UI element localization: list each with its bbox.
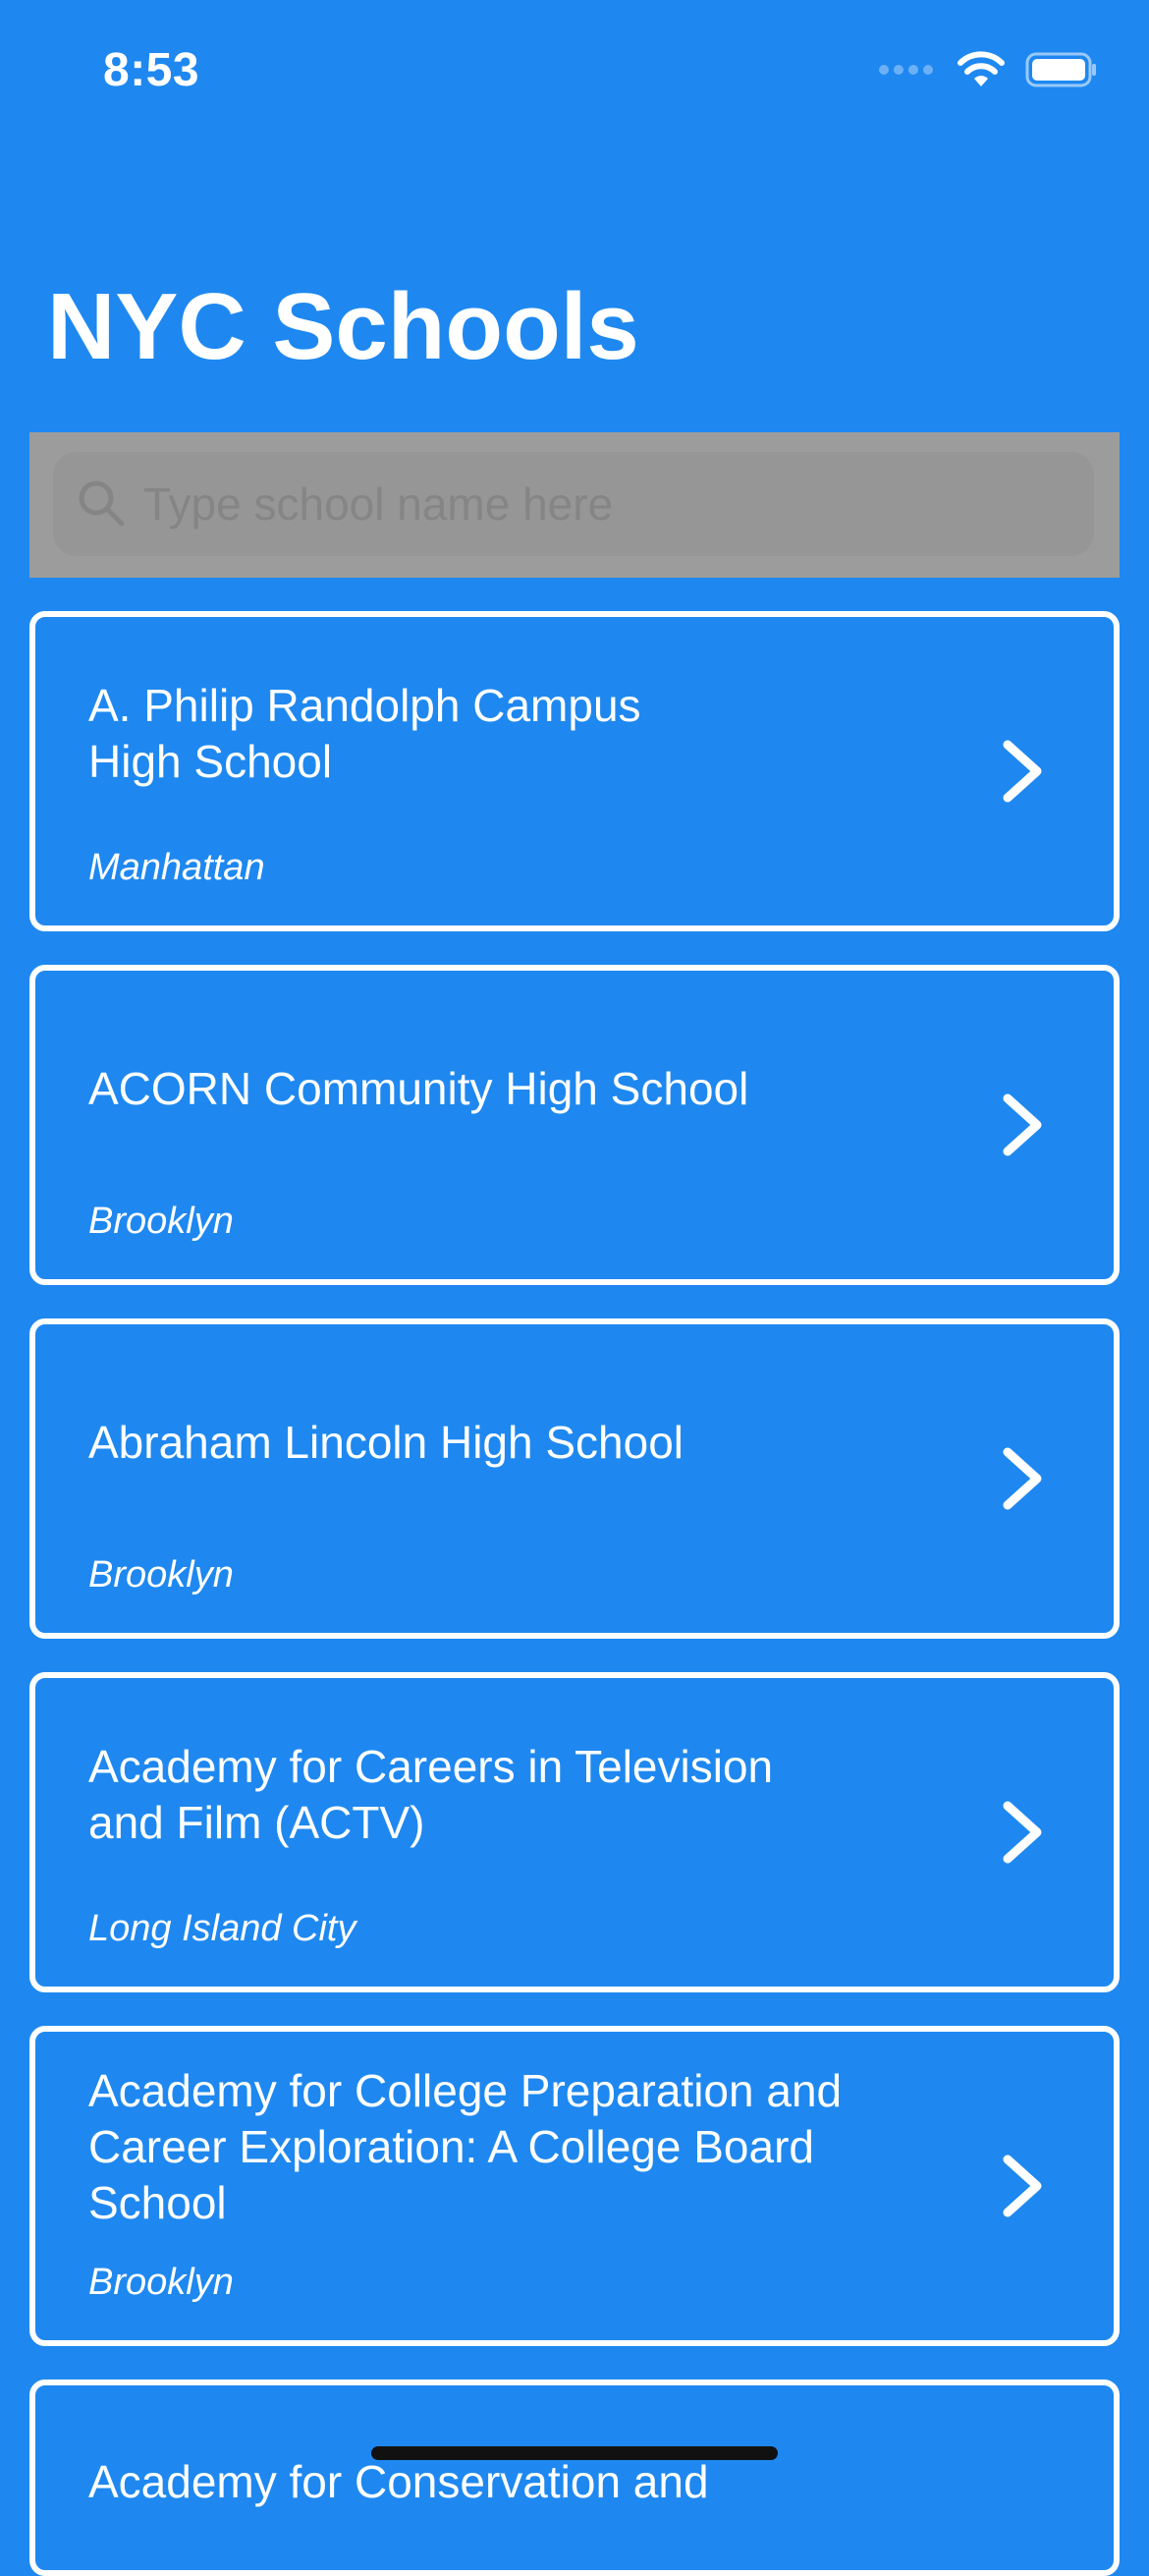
school-borough: Long Island City <box>88 1908 356 1949</box>
search-input[interactable] <box>143 452 1076 556</box>
chevron-right-icon <box>1003 1093 1042 1156</box>
status-bar: 8:53 <box>0 0 1149 147</box>
chevron-right-icon <box>1003 740 1042 803</box>
school-name: Academy for College Preparation and Care… <box>88 2065 843 2228</box>
signal-icon <box>879 65 933 75</box>
school-borough: Brooklyn <box>88 1554 234 1596</box>
search-bar <box>29 432 1120 578</box>
school-card[interactable]: Academy for College Preparation and Care… <box>29 2026 1120 2346</box>
search-icon <box>79 480 125 527</box>
home-indicator[interactable] <box>371 2446 778 2460</box>
chevron-right-icon <box>1003 2155 1042 2217</box>
school-card[interactable]: ACORN Community High School Brooklyn <box>29 965 1120 1285</box>
school-borough: Manhattan <box>88 847 265 888</box>
school-borough: Brooklyn <box>88 1201 234 1242</box>
status-time: 8:53 <box>103 44 200 96</box>
school-name: Abraham Lincoln High School <box>88 1417 684 1468</box>
school-card[interactable]: Academy for Careers in Television and Fi… <box>29 1672 1120 1992</box>
school-borough: Brooklyn <box>88 2262 234 2303</box>
school-card[interactable]: Academy for Conservation and <box>29 2380 1120 2576</box>
battery-icon <box>1025 52 1096 87</box>
search-field[interactable] <box>53 452 1094 556</box>
chevron-right-icon <box>1003 1801 1042 1864</box>
school-name: A. Philip Randolph Campus High School <box>88 680 641 787</box>
school-card[interactable]: A. Philip Randolph Campus High School Ma… <box>29 611 1120 931</box>
page-title: NYC Schools <box>47 274 639 379</box>
school-name: ACORN Community High School <box>88 1063 749 1114</box>
status-icons <box>879 51 1098 88</box>
wifi-icon <box>958 51 1005 86</box>
school-name: Academy for Conservation and <box>88 2456 709 2507</box>
school-name: Academy for Careers in Television and Fi… <box>88 1741 774 1848</box>
school-list: A. Philip Randolph Campus High School Ma… <box>29 611 1120 2576</box>
chevron-right-icon <box>1003 1447 1042 1510</box>
school-card[interactable]: Abraham Lincoln High School Brooklyn <box>29 1318 1120 1639</box>
